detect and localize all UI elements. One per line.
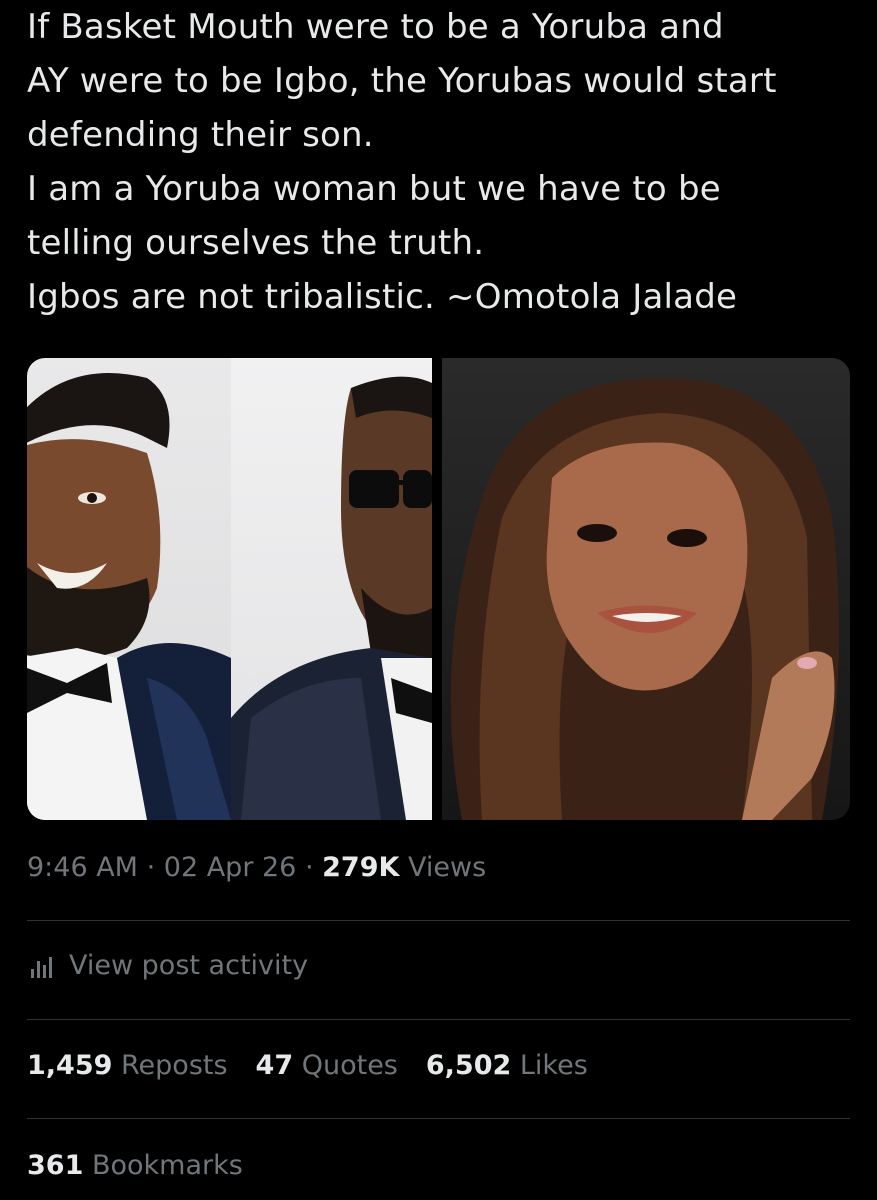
post-text: If Basket Mouth were to be a Yoruba and … xyxy=(27,0,857,324)
likes-label: Likes xyxy=(519,1050,588,1081)
post-date[interactable]: 02 Apr 26 xyxy=(164,852,297,883)
divider xyxy=(27,1019,850,1020)
post-text-line: telling ourselves the truth. xyxy=(27,223,485,263)
bar-chart-icon xyxy=(27,951,57,981)
post-text-line: If Basket Mouth were to be a Yoruba and xyxy=(27,7,724,47)
photo-man-smiling xyxy=(27,358,231,820)
divider xyxy=(27,920,850,921)
views-label: Views xyxy=(408,852,487,883)
post-text-line: AY were to be Igbo, the Yorubas would st… xyxy=(27,61,777,101)
meta-separator: · xyxy=(146,852,156,883)
reposts-stat[interactable]: 1,459 Reposts xyxy=(27,1050,228,1081)
engagement-stats: 1,459 Reposts 47 Quotes 6,502 Likes xyxy=(27,1050,588,1081)
reposts-count: 1,459 xyxy=(27,1050,113,1081)
post-meta: 9:46 AM · 02 Apr 26 · 279K Views xyxy=(27,852,486,883)
views-count: 279K xyxy=(322,852,400,883)
post-time[interactable]: 9:46 AM xyxy=(27,852,138,883)
view-post-activity-label: View post activity xyxy=(69,950,309,981)
quotes-stat[interactable]: 47 Quotes xyxy=(256,1050,398,1081)
divider xyxy=(27,1118,850,1119)
bookmarks-count: 361 xyxy=(27,1150,84,1181)
likes-count: 6,502 xyxy=(425,1050,512,1081)
post-text-line: Igbos are not tribalistic. ~Omotola Jala… xyxy=(27,277,738,317)
likes-stat[interactable]: 6,502 Likes xyxy=(426,1050,588,1081)
quotes-label: Quotes xyxy=(301,1050,398,1081)
post-media[interactable] xyxy=(27,358,850,820)
quotes-count: 47 xyxy=(255,1050,294,1081)
post-text-line: defending their son. xyxy=(27,115,374,155)
photo-man-sunglasses xyxy=(231,358,432,820)
post-text-line: I am a Yoruba woman but we have to be xyxy=(27,169,721,209)
meta-separator: · xyxy=(304,852,314,883)
reposts-label: Reposts xyxy=(121,1050,228,1081)
bookmarks-label: Bookmarks xyxy=(91,1150,243,1181)
bookmarks-stat[interactable]: 361 Bookmarks xyxy=(27,1150,243,1181)
view-post-activity-link[interactable]: View post activity xyxy=(27,950,308,981)
media-image-right[interactable] xyxy=(442,358,850,820)
media-image-left[interactable] xyxy=(27,358,432,820)
